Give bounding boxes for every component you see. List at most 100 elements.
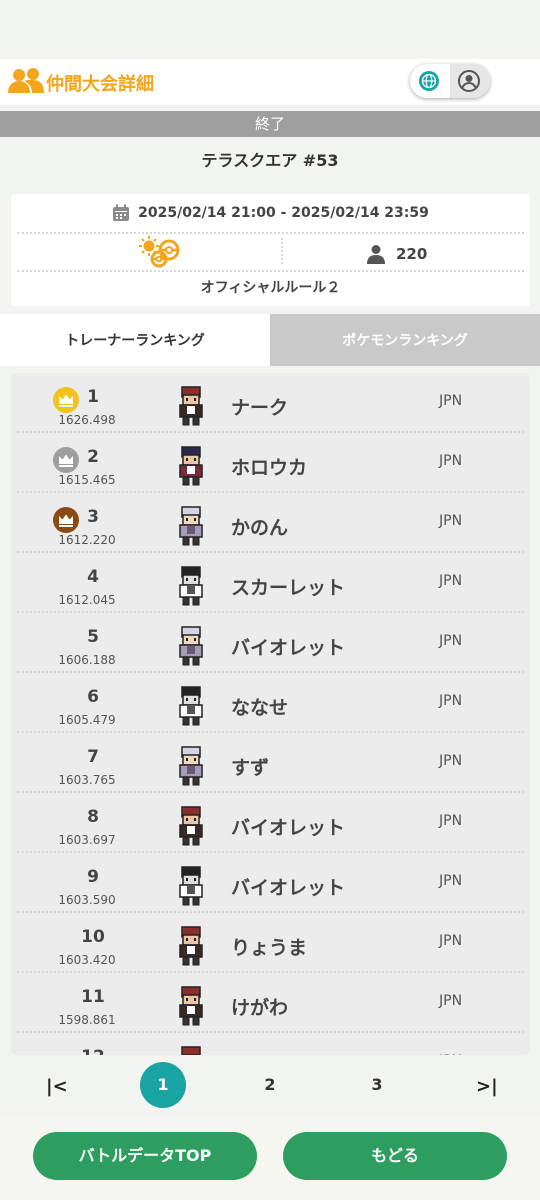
calendar-icon <box>113 204 130 221</box>
table-row[interactable]: 4 1612.045 スカーレット JPN <box>11 553 530 613</box>
rating-score: 1605.479 <box>58 713 116 727</box>
regulation-icon <box>139 236 180 268</box>
trainer-sprite-icon <box>179 506 203 546</box>
globe-icon[interactable] <box>418 70 440 92</box>
trainer-name: バイオレット <box>231 817 346 839</box>
trainer-name: けがわ <box>231 997 289 1019</box>
rank-number: 1 <box>87 387 99 407</box>
table-row[interactable]: 5 1606.188 バイオレット JPN <box>11 613 530 673</box>
country-code: JPN <box>439 453 463 469</box>
trainer-name: バイオレット <box>231 877 346 899</box>
table-row[interactable]: 6 1605.479 ななせ JPN <box>11 673 530 733</box>
tab-pokemon-ranking[interactable]: ポケモンランキング <box>270 314 540 366</box>
trainer-name: ななせ <box>231 697 289 719</box>
participant-count: 220 <box>366 244 427 264</box>
rating-score: 1626.498 <box>58 413 116 427</box>
status-badge: 終了 <box>0 111 540 137</box>
trainer-name: りょうま <box>231 937 308 959</box>
header-actions <box>410 64 490 98</box>
date-range: 2025/02/14 21:00 - 2025/02/14 23:59 <box>138 205 429 221</box>
table-row[interactable]: 2 1615.465 ホロウカ JPN <box>11 433 530 493</box>
country-code: JPN <box>439 393 463 409</box>
rank-number: 4 <box>87 567 99 587</box>
page-button-1[interactable]: 1 <box>140 1062 186 1108</box>
table-row[interactable]: 1 1626.498 ナーク JPN <box>11 373 530 433</box>
table-row[interactable]: 9 1603.590 バイオレット JPN <box>11 853 530 913</box>
trainer-sprite-icon <box>179 386 203 426</box>
trainer-sprite-icon <box>179 746 203 786</box>
rank-number: 5 <box>87 627 99 647</box>
rank-number: 8 <box>87 807 99 827</box>
country-code: JPN <box>439 693 463 709</box>
date-row: 2025/02/14 21:00 - 2025/02/14 23:59 <box>11 194 530 232</box>
rating-score: 1615.465 <box>58 473 116 487</box>
table-row[interactable]: 11 1598.861 けがわ JPN <box>11 973 530 1033</box>
rating-score: 1598.861 <box>58 1013 116 1027</box>
tab-trainer-ranking[interactable]: トレーナーランキング <box>0 314 270 366</box>
table-row[interactable]: 10 1603.420 りょうま JPN <box>11 913 530 973</box>
country-code: JPN <box>439 513 463 529</box>
country-code: JPN <box>439 933 463 949</box>
country-code: JPN <box>439 873 463 889</box>
trainer-sprite-icon <box>179 626 203 666</box>
rule-label: オフィシャルルール２ <box>200 280 341 296</box>
pagination: |< 1 2 3 >| <box>0 1062 540 1112</box>
table-row[interactable]: 8 1603.697 バイオレット JPN <box>11 793 530 853</box>
event-name: テラスクエア #53 <box>201 151 339 170</box>
account-icon <box>458 70 480 92</box>
trainer-name: スカーレット <box>231 577 346 599</box>
participant-count-value: 220 <box>396 245 428 263</box>
crown-icon <box>53 447 79 473</box>
rating-score: 1606.188 <box>58 653 116 667</box>
rating-score: 1612.045 <box>58 593 116 607</box>
trainer-name: すず <box>231 757 270 779</box>
event-info-card: 2025/02/14 21:00 - 2025/02/14 23:59 220 … <box>11 194 530 306</box>
rank-number: 9 <box>87 867 99 887</box>
country-code: JPN <box>439 813 463 829</box>
last-page-button[interactable]: >| <box>476 1076 498 1097</box>
battle-data-top-button[interactable]: バトルデータTOP <box>33 1132 257 1180</box>
trainer-sprite-icon <box>179 866 203 906</box>
country-code: JPN <box>439 573 463 589</box>
rank-number: 10 <box>81 927 105 947</box>
page-button-3[interactable]: 3 <box>362 1075 392 1094</box>
person-icon <box>367 245 385 264</box>
country-code: JPN <box>439 633 463 649</box>
crown-icon <box>53 387 79 413</box>
table-row[interactable]: 12 tech JPN <box>11 1033 530 1055</box>
rating-score: 1612.220 <box>58 533 116 547</box>
trainer-name: ナーク <box>231 397 289 419</box>
ranking-tabs: トレーナーランキング ポケモンランキング <box>0 314 540 366</box>
page-title: 仲間大会詳細 <box>46 74 154 95</box>
table-row[interactable]: 7 1603.765 すず JPN <box>11 733 530 793</box>
back-button[interactable]: もどる <box>283 1132 507 1180</box>
country-code: JPN <box>439 1053 462 1055</box>
trainer-name: tech <box>231 1053 278 1055</box>
first-page-button[interactable]: |< <box>46 1076 68 1097</box>
crown-icon <box>53 507 79 533</box>
people-icon <box>8 68 44 93</box>
trainer-name: かのん <box>231 517 289 539</box>
table-row[interactable]: 3 1612.220 かのん JPN <box>11 493 530 553</box>
ranking-list[interactable]: 1 1626.498 ナーク JPN 2 1615.465 ホロウカ JPN 3 1612.220… <box>11 373 530 1055</box>
trainer-sprite-icon <box>179 926 203 966</box>
account-button[interactable] <box>450 64 490 98</box>
trainer-name: バイオレット <box>231 637 346 659</box>
rating-score: 1603.590 <box>58 893 116 907</box>
footer: バトルデータTOP もどる <box>0 1115 540 1200</box>
trainer-sprite-icon <box>179 986 203 1026</box>
rank-number: 2 <box>87 447 99 467</box>
trainer-sprite-icon <box>179 806 203 846</box>
rating-score: 1603.697 <box>58 833 116 847</box>
trainer-name: ホロウカ <box>231 457 308 479</box>
rank-number: 3 <box>87 507 99 527</box>
divider <box>281 238 283 264</box>
divider <box>17 270 524 272</box>
page-button-2[interactable]: 2 <box>255 1075 285 1094</box>
trainer-sprite-icon <box>181 1046 201 1055</box>
app-header: 仲間大会詳細 <box>0 59 540 105</box>
country-code: JPN <box>439 993 463 1009</box>
rating-score: 1603.420 <box>58 953 116 967</box>
trainer-sprite-icon <box>179 566 203 606</box>
rating-score: 1603.765 <box>58 773 116 787</box>
